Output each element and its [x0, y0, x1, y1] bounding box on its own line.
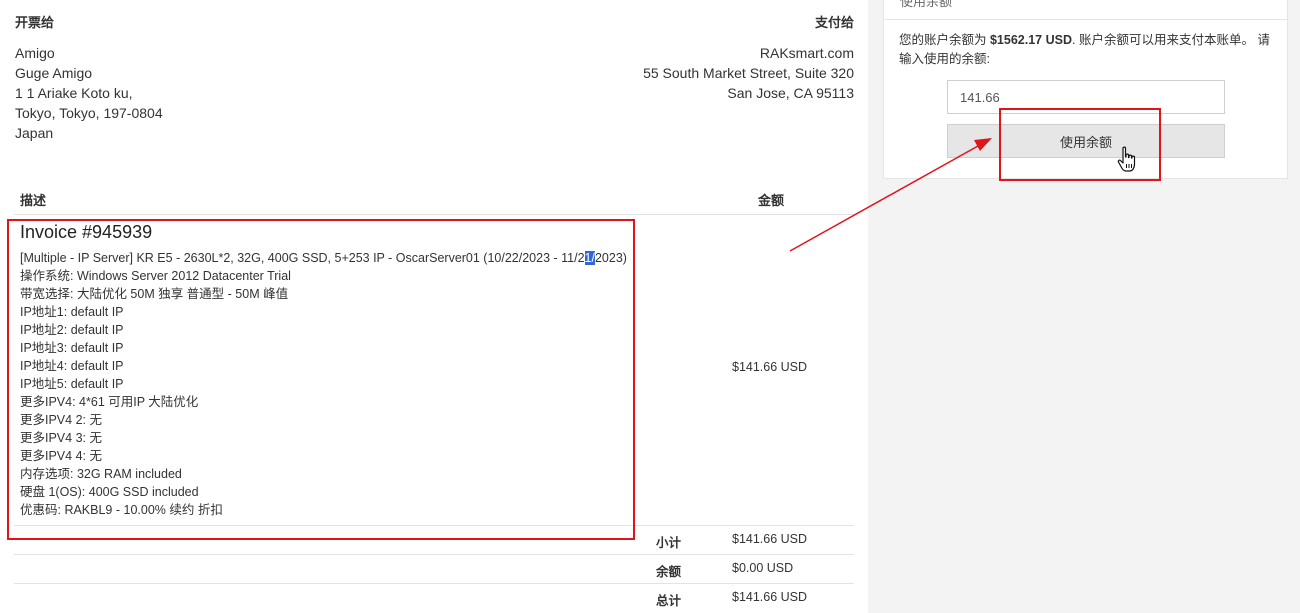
arrow-head: [974, 138, 992, 151]
arrow-annotation-icon: [789, 138, 992, 252]
hand-pointer-icon: [1117, 146, 1136, 172]
arrow-line: [789, 145, 979, 252]
